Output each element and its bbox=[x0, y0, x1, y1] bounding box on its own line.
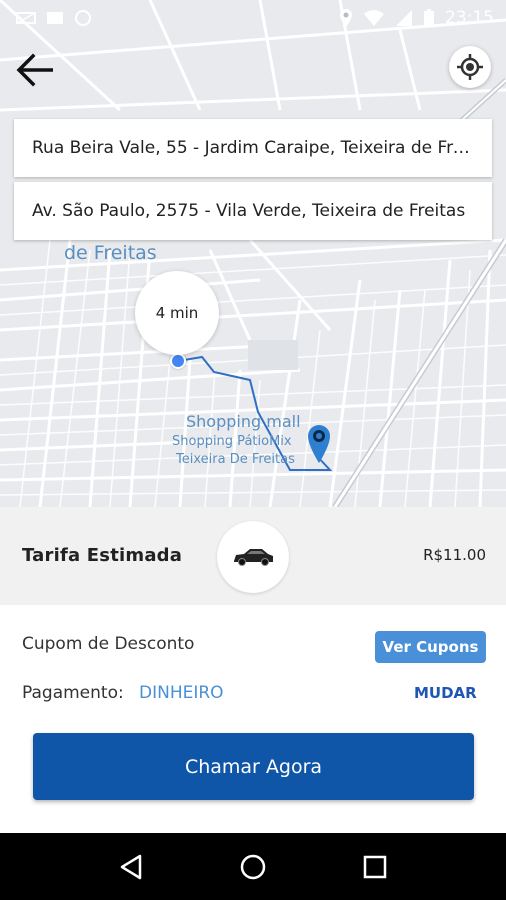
status-left-icons bbox=[16, 9, 92, 27]
map-view[interactable]: de Freitas Shopping mall Shopping PátioM… bbox=[0, 0, 506, 507]
nav-back-button[interactable] bbox=[107, 843, 155, 891]
sync-icon bbox=[75, 10, 91, 26]
coupon-label: Cupom de Desconto bbox=[22, 634, 195, 654]
my-location-button[interactable] bbox=[449, 46, 491, 88]
destination-address-field[interactable]: Av. São Paulo, 2575 - Vila Verde, Teixei… bbox=[14, 182, 492, 240]
location-status-icon bbox=[340, 9, 352, 27]
signal-icon bbox=[396, 10, 412, 26]
origin-address-text: Rua Beira Vale, 55 - Jardim Caraipe, Tei… bbox=[32, 138, 474, 158]
fare-value: R$11.00 bbox=[423, 546, 486, 564]
call-now-button[interactable]: Chamar Agora bbox=[33, 733, 474, 800]
nav-recents-icon bbox=[363, 855, 387, 878]
system-nav-bar bbox=[0, 833, 506, 900]
eta-bubble: 4 min bbox=[135, 271, 219, 355]
status-bar: 23:15 bbox=[0, 0, 506, 36]
map-poi-name: Shopping PátioMix bbox=[172, 434, 292, 449]
nav-recents-button[interactable] bbox=[351, 843, 399, 891]
status-time: 23:15 bbox=[445, 8, 494, 28]
view-coupons-button[interactable]: Ver Cupons bbox=[375, 631, 486, 663]
status-right-icons: 23:15 bbox=[339, 8, 494, 28]
nav-back-icon bbox=[120, 854, 142, 879]
arrow-back-icon bbox=[16, 53, 53, 87]
notification-icon bbox=[16, 12, 36, 24]
change-payment-button[interactable]: MUDAR bbox=[414, 684, 477, 702]
nav-home-icon bbox=[240, 854, 266, 879]
map-city-label: de Freitas bbox=[64, 242, 157, 264]
nav-home-button[interactable] bbox=[229, 843, 277, 891]
back-button[interactable] bbox=[12, 50, 58, 90]
payment-label: Pagamento: bbox=[22, 683, 124, 703]
fare-label: Tarifa Estimada bbox=[22, 545, 183, 566]
destination-pin-icon bbox=[306, 422, 332, 464]
vehicle-type-selector[interactable] bbox=[217, 521, 289, 593]
destination-address-text: Av. São Paulo, 2575 - Vila Verde, Teixei… bbox=[32, 201, 466, 221]
origin-address-field[interactable]: Rua Beira Vale, 55 - Jardim Caraipe, Tei… bbox=[14, 119, 492, 177]
wifi-icon bbox=[364, 10, 384, 26]
battery-icon bbox=[424, 9, 434, 27]
my-location-icon bbox=[457, 54, 483, 80]
map-poi-city: Teixeira De Freitas bbox=[176, 452, 295, 467]
car-icon bbox=[234, 549, 273, 566]
image-notification-icon bbox=[47, 12, 63, 24]
payment-method: DINHEIRO bbox=[139, 683, 224, 703]
map-poi-category: Shopping mall bbox=[186, 412, 301, 431]
origin-marker bbox=[170, 353, 186, 369]
